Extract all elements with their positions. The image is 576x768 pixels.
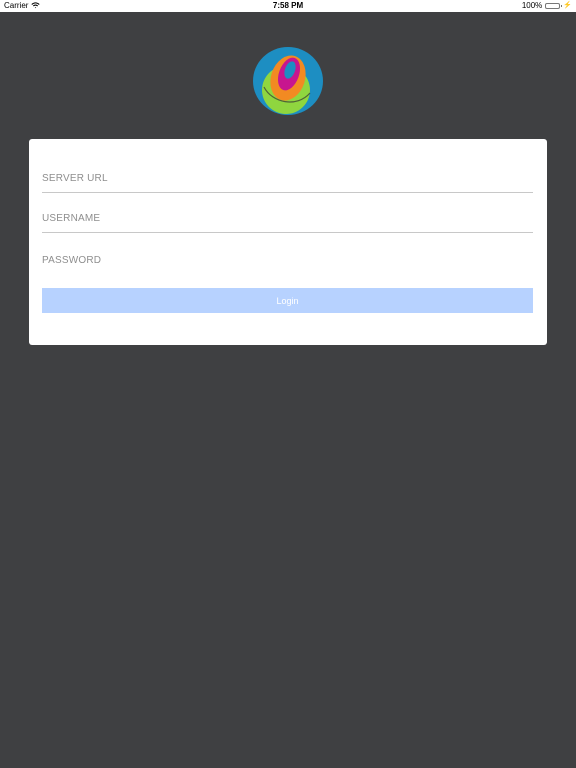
battery-indicator: 100% ⚡ bbox=[522, 1, 572, 10]
server-url-input[interactable] bbox=[42, 165, 533, 193]
status-bar: Carrier 7:58 PM 100% ⚡ bbox=[0, 0, 576, 12]
battery-percentage: 100% bbox=[521, 1, 543, 10]
password-input[interactable] bbox=[42, 246, 533, 274]
status-time: 7:58 PM bbox=[272, 1, 304, 10]
login-card: Login bbox=[29, 139, 547, 345]
login-button[interactable]: Login bbox=[42, 288, 533, 313]
charging-icon: ⚡ bbox=[563, 2, 572, 9]
app-logo-icon bbox=[253, 47, 323, 115]
battery-icon bbox=[545, 2, 563, 9]
battery-tip bbox=[561, 4, 563, 7]
username-input[interactable] bbox=[42, 205, 533, 233]
